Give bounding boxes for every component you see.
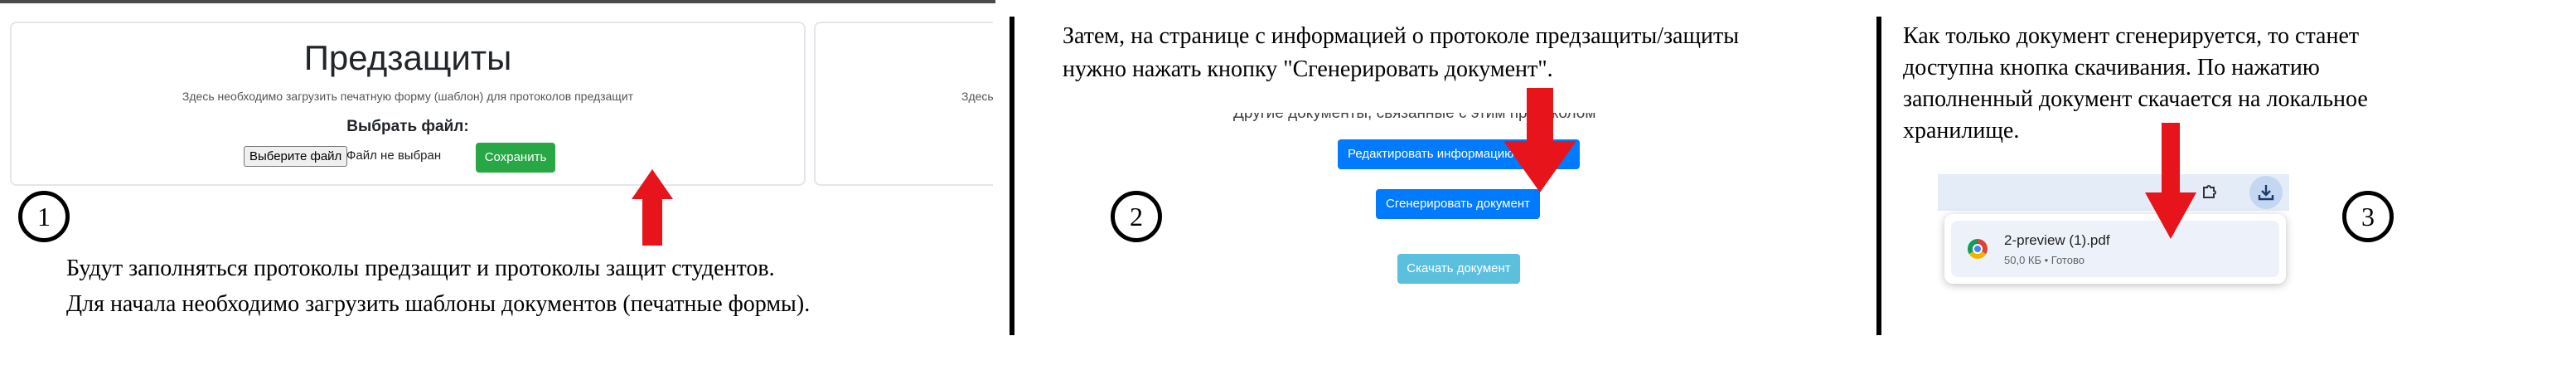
chrome-icon [1968, 239, 1988, 259]
top-divider [0, 0, 995, 3]
card-subtitle: Здесь необходимо загрузить печатную форм… [182, 90, 634, 103]
card-title: Предзащиты [303, 38, 512, 77]
related-docs-text: Другие документы, связанные с этим прото… [1233, 113, 1596, 122]
arrow-down-icon [2145, 123, 2196, 239]
predefense-upload-card: Предзащиты Здесь необходимо загрузить пе… [10, 22, 806, 186]
panel2-caption-line2: нужно нажать кнопку "Сгенерировать докум… [1063, 56, 1553, 82]
panel1-caption-line1: Будут заполняться протоколы предзащит и … [66, 256, 775, 281]
chrome-icon-center [1973, 244, 1983, 254]
download-file-name: 2-preview (1).pdf [2004, 232, 2110, 248]
file-status: Файл не выбран [346, 149, 442, 163]
extensions-icon[interactable] [2200, 182, 2220, 202]
choose-file-label: Выбрать файл: [346, 118, 469, 135]
divider-2 [1876, 17, 1881, 335]
peek-subtitle: Здесь [961, 90, 994, 103]
panel1-caption-line2: Для начала необходимо загрузить шаблоны … [66, 291, 811, 317]
second-card-peek: Здесь [814, 22, 994, 186]
arrow-up-icon [632, 169, 673, 246]
step-2-circle: 2 [1111, 191, 1162, 242]
download-icon [2258, 185, 2274, 201]
choose-file-button[interactable]: Выберите файл [244, 146, 348, 167]
step-1-circle: 1 [18, 191, 70, 242]
download-item[interactable]: 2-preview (1).pdf 50,0 КБ • Готово [1951, 221, 2279, 277]
save-button[interactable]: Сохранить [476, 143, 555, 173]
arrow-down-icon [1503, 88, 1576, 192]
download-file-meta: 50,0 КБ • Готово [2004, 254, 2085, 266]
partial-text-clip: Другие документы, связанные с этим прото… [1233, 113, 1681, 124]
browser-toolbar [1938, 174, 2289, 211]
panel3-caption-line3: заполненный документ скачается на локаль… [1903, 86, 2368, 112]
downloads-panel: 2-preview (1).pdf 50,0 КБ • Готово [1944, 214, 2286, 284]
panel3-caption-line4: хранилище. [1903, 118, 2020, 144]
panel3-caption-line2: доступна кнопка скачивания. По нажатию [1903, 55, 2320, 80]
download-document-button[interactable]: Скачать документ [1397, 254, 1520, 284]
panel2-caption-line1: Затем, на странице с информацией о прото… [1063, 23, 1740, 49]
divider-1 [1010, 17, 1014, 335]
step-3-circle: 3 [2342, 191, 2394, 242]
panel3-caption-line1: Как только документ сгенерируется, то ст… [1903, 23, 2360, 49]
downloads-toolbar-button[interactable] [2249, 176, 2283, 209]
